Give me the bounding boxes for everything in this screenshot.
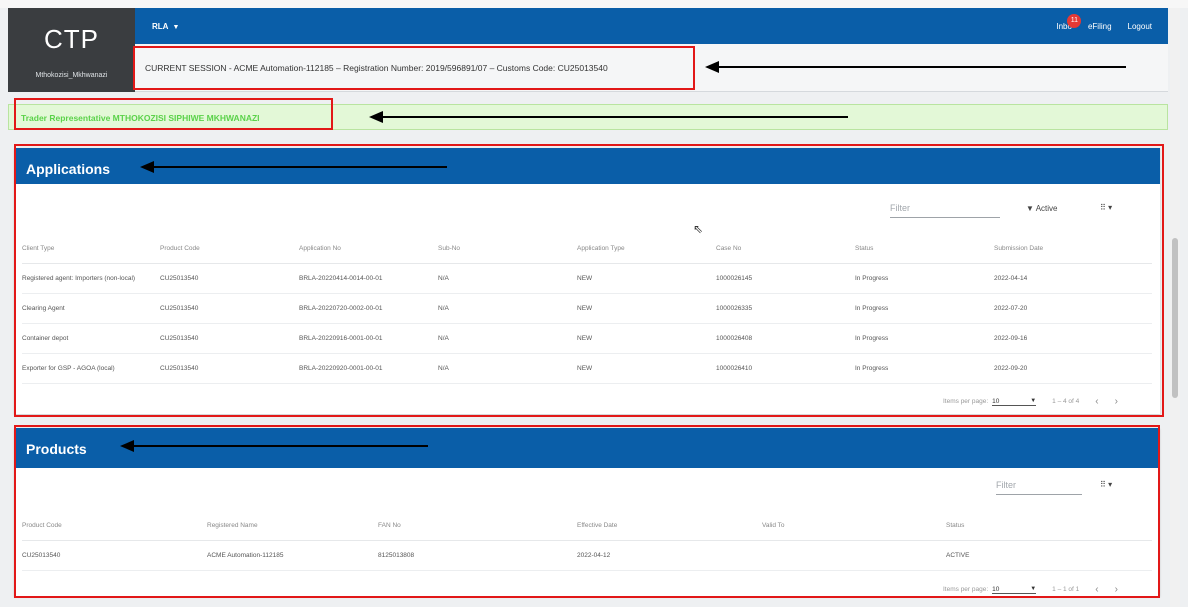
- arrow-left-icon: [140, 161, 154, 173]
- scrollbar-thumb[interactable]: [1172, 238, 1178, 398]
- top-navbar: RLA ▼ Inbo 11 eFiling Logout: [135, 8, 1168, 44]
- page-scrollbar[interactable]: [1170, 8, 1180, 607]
- app-logo: CTP: [44, 24, 99, 54]
- arrow-left-icon: [120, 440, 134, 452]
- rla-menu[interactable]: RLA ▼: [152, 22, 179, 31]
- top-edge: [0, 0, 1188, 8]
- efiling-link[interactable]: eFiling: [1088, 22, 1112, 31]
- annotation-arrow-line: [718, 66, 1126, 68]
- logout-link[interactable]: Logout: [1128, 22, 1152, 31]
- arrow-left-icon: [369, 111, 383, 123]
- navbar-actions: Inbo 11 eFiling Logout: [1056, 14, 1152, 31]
- rla-menu-label: RLA: [152, 22, 169, 31]
- inbox-link[interactable]: Inbo 11: [1056, 14, 1082, 31]
- arrow-left-icon: [705, 61, 719, 73]
- highlight-box-products: [14, 425, 1160, 598]
- highlight-box-session: [133, 46, 695, 90]
- logo-block: CTP Mthokozisi_Mkhwanazi: [8, 8, 135, 92]
- inbox-badge: 11: [1067, 14, 1082, 28]
- username-label: Mthokozisi_Mkhwanazi: [35, 72, 108, 79]
- annotation-arrow-line: [133, 445, 428, 447]
- annotation-arrow-line: [153, 166, 447, 168]
- highlight-box-representative: [14, 98, 333, 130]
- app-root: CTP Mthokozisi_Mkhwanazi RLA ▼ Inbo 11 eF…: [0, 0, 1188, 607]
- highlight-box-applications: [14, 144, 1164, 417]
- chevron-down-icon: ▼: [172, 24, 180, 31]
- annotation-arrow-line: [382, 116, 848, 118]
- mouse-cursor-icon: ⇖: [693, 222, 704, 236]
